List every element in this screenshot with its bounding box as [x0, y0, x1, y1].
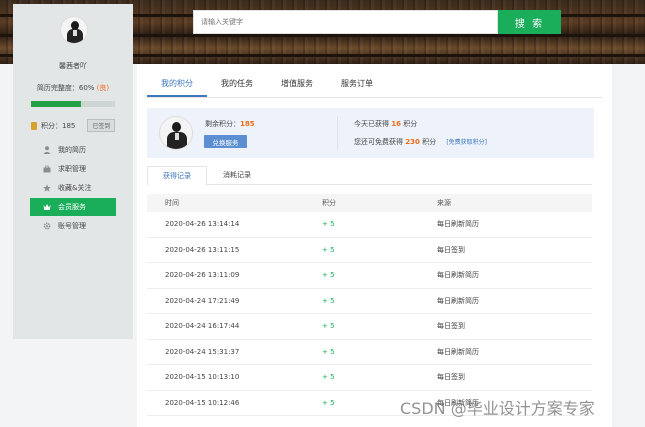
row-source: 每日签到 [437, 373, 465, 382]
briefcase-icon [43, 165, 51, 173]
user-name: 馨茜者吖 [59, 62, 87, 70]
header-points: 积分 [322, 199, 336, 207]
exchange-service-button[interactable]: 兑换服务 [204, 135, 247, 148]
row-time: 2020-04-26 13:14:14 [165, 220, 240, 229]
table-row: 2020-04-26 13:11:15 + 5 每日签到 [147, 238, 592, 263]
sidebar-item-favorites[interactable]: 收藏&关注 [30, 179, 116, 197]
points-table: 时间 积分 来源 2020-04-26 13:14:14 + 5 每日刷新简历 … [147, 194, 592, 416]
main-panel: 我的积分 我的任务 增值服务 服务订单 剩余积分：185 兑换服务 今天已获得 … [137, 64, 612, 427]
sidebar-item-job-management[interactable]: 求职管理 [30, 160, 116, 178]
row-time: 2020-04-26 13:11:15 [165, 245, 240, 254]
resume-completion: 简历完整度：60% (良) [13, 83, 133, 93]
row-time: 2020-04-24 15:31:37 [165, 347, 240, 356]
row-points: + 5 [322, 373, 335, 382]
points-summary-card: 剩余积分：185 兑换服务 今天已获得 16 积分 您还可免费获得 230 积分… [147, 108, 594, 158]
watermark: CSDN @毕业设计方案专家 [400, 399, 595, 418]
free-points-link[interactable]: [免费获取积分] [446, 139, 487, 146]
resume-progress-fill [31, 101, 82, 107]
sidebar-item-membership[interactable]: 会员服务 [30, 198, 116, 216]
main-tabs: 我的积分 我的任务 增值服务 服务订单 [147, 72, 602, 98]
resume-completion-label: 简历完整度：60% [36, 84, 95, 92]
row-source: 每日刷新简历 [437, 296, 479, 305]
row-source: 每日签到 [437, 322, 465, 331]
free-points: 您还可免费获得 230 积分 [免费获取积分] [354, 138, 488, 146]
row-points: + 5 [322, 271, 335, 280]
today-earned-value: 16 [391, 120, 401, 128]
row-points: + 5 [322, 220, 335, 229]
row-points: + 5 [322, 296, 335, 305]
row-points: + 5 [322, 347, 335, 356]
row-points: + 5 [322, 322, 335, 331]
table-row: 2020-04-24 15:31:37 + 5 每日刷新简历 [147, 340, 592, 365]
table-row: 2020-04-24 16:17:44 + 5 每日签到 [147, 314, 592, 340]
table-row: 2020-04-15 10:13:10 + 5 每日签到 [147, 365, 592, 391]
row-time: 2020-04-24 17:21:49 [165, 296, 240, 305]
avatar [159, 116, 193, 150]
tab-earned-records[interactable]: 获得记录 [147, 166, 207, 186]
star-icon [43, 184, 51, 192]
coin-icon [31, 121, 37, 130]
tab-spent-records[interactable]: 消耗记录 [207, 166, 267, 184]
record-tabs: 获得记录 消耗记录 [147, 166, 592, 186]
signed-badge[interactable]: 已签到 [87, 119, 116, 132]
sidebar-item-label: 收藏&关注 [58, 184, 92, 192]
row-time: 2020-04-15 10:13:10 [165, 373, 240, 382]
divider [337, 116, 338, 150]
table-row: 2020-04-26 13:11:09 + 5 每日刷新简历 [147, 263, 592, 289]
sidebar-item-label: 求职管理 [58, 165, 86, 173]
row-points: + 5 [322, 245, 335, 254]
user-icon [43, 146, 51, 154]
crown-icon [43, 204, 51, 210]
remaining-points-value: 185 [240, 120, 255, 128]
sidebar-item-label: 会员服务 [58, 203, 86, 211]
gear-icon [43, 222, 51, 230]
header-source: 来源 [437, 199, 451, 207]
resume-completion-flag: (良) [96, 84, 110, 92]
remaining-points: 剩余积分：185 [205, 120, 255, 128]
search-button[interactable]: 搜 索 [498, 10, 561, 34]
row-time: 2020-04-24 16:17:44 [165, 322, 240, 331]
table-row: 2020-04-26 13:14:14 + 5 每日刷新简历 [147, 212, 592, 238]
row-source: 每日刷新简历 [437, 220, 479, 229]
row-source: 每日刷新简历 [437, 271, 479, 280]
points-row: 积分：185 已签到 [31, 119, 116, 132]
search-box [193, 10, 498, 34]
resume-progress-bar [31, 101, 115, 107]
table-row: 2020-04-24 17:21:49 + 5 每日刷新简历 [147, 289, 592, 314]
sidebar-item-resume[interactable]: 我的简历 [30, 141, 116, 159]
tab-orders[interactable]: 服务订单 [327, 72, 387, 97]
tab-my-points[interactable]: 我的积分 [147, 72, 207, 97]
row-source: 每日签到 [437, 245, 465, 254]
sidebar-item-label: 我的简历 [58, 146, 86, 154]
points-label: 积分：185 [41, 121, 76, 130]
sidebar-item-label: 账号管理 [58, 222, 86, 230]
sidebar-item-account[interactable]: 账号管理 [30, 217, 116, 235]
header-time: 时间 [165, 199, 179, 207]
table-header: 时间 积分 来源 [147, 194, 592, 212]
tab-value-added[interactable]: 增值服务 [267, 72, 327, 97]
row-time: 2020-04-26 13:11:09 [165, 271, 240, 280]
row-source: 每日刷新简历 [437, 347, 479, 356]
free-points-value: 230 [405, 138, 420, 146]
today-earned: 今天已获得 16 积分 [354, 120, 418, 128]
sidebar: 馨茜者吖 简历完整度：60% (良) 积分：185 已签到 我的简历 求职管理 … [13, 4, 133, 339]
sidebar-menu: 我的简历 求职管理 收藏&关注 会员服务 账号管理 [30, 141, 116, 236]
tab-my-tasks[interactable]: 我的任务 [207, 72, 267, 97]
row-time: 2020-04-15 10:12:46 [165, 398, 240, 407]
avatar[interactable] [60, 16, 88, 44]
search-input[interactable] [194, 11, 497, 33]
